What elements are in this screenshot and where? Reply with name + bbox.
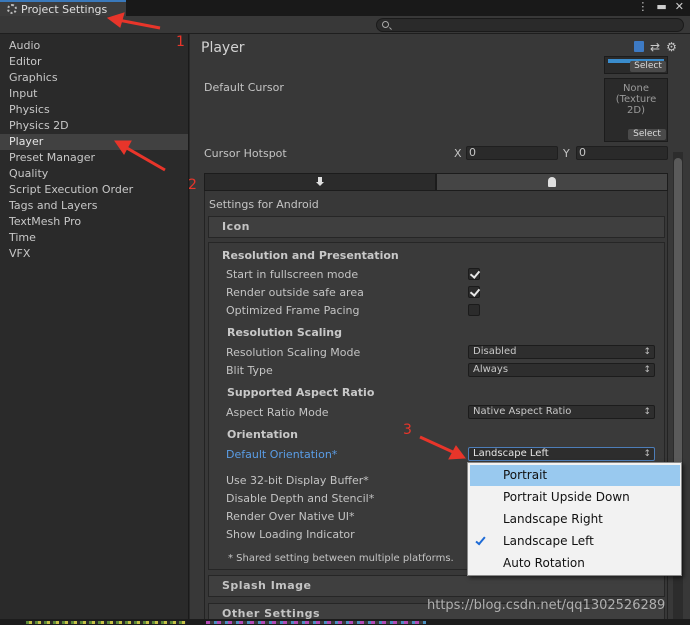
annotation-arrowhead-1 xyxy=(106,12,125,28)
bottom-color-bar-2 xyxy=(206,621,426,624)
annotation-arrows xyxy=(106,12,466,460)
annotation-number-3: 3 xyxy=(403,422,412,438)
annotation-arrow-3 xyxy=(419,435,456,455)
annotation-number-2: 2 xyxy=(188,177,197,193)
bottom-color-bar xyxy=(26,621,186,624)
bottom-strip xyxy=(0,619,690,625)
annotation-arrow-2 xyxy=(124,145,166,172)
annotation-arrow-1 xyxy=(117,18,161,30)
annotation-number-1: 1 xyxy=(176,34,185,50)
watermark: https://blog.csdn.net/qq1302526289 xyxy=(427,598,666,613)
